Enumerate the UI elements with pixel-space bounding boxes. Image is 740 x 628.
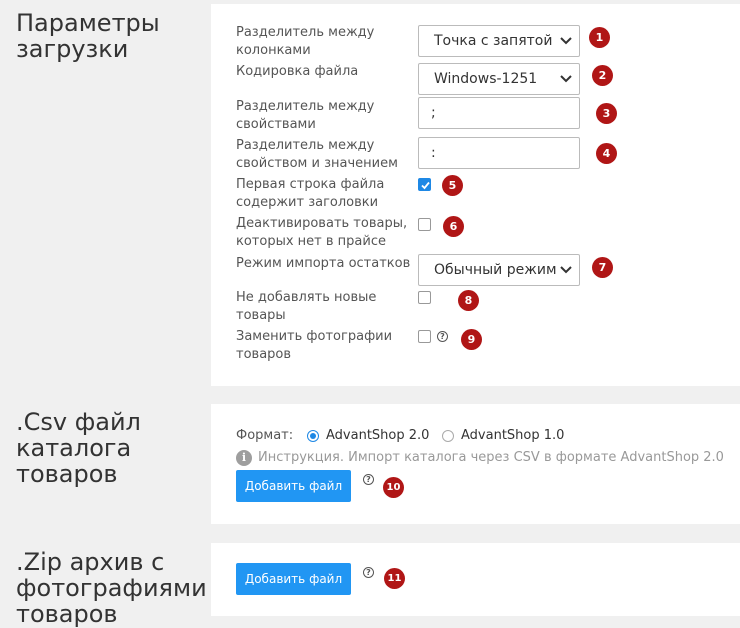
zip-section-title: .Zip архив с фотографиями товаров: [16, 549, 207, 627]
help-icon[interactable]: ?: [363, 474, 374, 485]
chevron-down-icon: [560, 37, 572, 45]
format-label: Формат:: [236, 428, 294, 443]
title-line: Параметры: [16, 9, 160, 37]
annotation-badge-5: 5: [442, 175, 463, 196]
select-value: Windows-1251: [434, 71, 538, 87]
help-icon[interactable]: ?: [437, 331, 448, 342]
no-new-products-checkbox[interactable]: [418, 291, 431, 304]
replace-photos-checkbox[interactable]: [418, 330, 431, 343]
add-zip-file-button[interactable]: Добавить файл: [236, 563, 351, 595]
stock-import-mode-select[interactable]: Обычный режим: [418, 254, 580, 286]
stock-import-mode-label: Режим импорта остатков: [236, 256, 411, 271]
annotation-badge-3: 3: [596, 103, 617, 124]
annotation-badge-4: 4: [596, 143, 617, 164]
title-line: товаров: [16, 460, 118, 488]
title-line: .Zip архив с: [16, 548, 165, 576]
deactivate-missing-checkbox[interactable]: [418, 218, 431, 231]
annotation-badge-7: 7: [592, 257, 613, 278]
format-radio-advantshop-2[interactable]: [307, 430, 319, 442]
annotation-badge-11: 11: [384, 568, 405, 589]
format-radio-label[interactable]: AdvantShop 1.0: [461, 428, 564, 444]
encoding-label: Кодировка файла: [236, 64, 359, 79]
add-csv-file-button[interactable]: Добавить файл: [236, 470, 351, 502]
encoding-select[interactable]: Windows-1251: [418, 63, 580, 95]
title-line: товаров: [16, 600, 118, 628]
first-row-headers-label: Первая строка файла содержит заголовки: [236, 177, 385, 210]
property-value-separator-label: Разделитель между свойством и значением: [236, 138, 398, 171]
select-value: Обычный режим: [434, 262, 557, 278]
help-icon[interactable]: ?: [363, 567, 374, 578]
select-value: Точка с запятой: [434, 33, 553, 49]
column-separator-label: Разделитель между колонками: [236, 25, 375, 58]
annotation-badge-9: 9: [461, 329, 482, 350]
chevron-down-icon: [560, 75, 572, 83]
annotation-badge-6: 6: [443, 216, 464, 237]
upload-params-title: Параметры загрузки: [16, 10, 160, 62]
annotation-badge-10: 10: [383, 477, 404, 498]
property-value-separator-input[interactable]: :: [418, 137, 580, 169]
checkmark-icon: [421, 181, 430, 190]
column-separator-select[interactable]: Точка с запятой: [418, 25, 580, 57]
chevron-down-icon: [560, 266, 572, 274]
replace-photos-label: Заменить фотографии товаров: [236, 329, 393, 362]
instruction-link[interactable]: Инструкция. Импорт каталога через CSV в …: [258, 450, 724, 466]
title-line: .Csv файл: [16, 408, 141, 436]
first-row-headers-checkbox[interactable]: [418, 178, 431, 191]
annotation-badge-8: 8: [458, 290, 479, 311]
title-line: каталога: [16, 434, 132, 462]
annotation-badge-2: 2: [592, 65, 613, 86]
property-separator-input[interactable]: ;: [418, 97, 580, 129]
property-separator-label: Разделитель между свойствами: [236, 99, 375, 132]
info-icon: i: [236, 450, 252, 466]
no-new-products-label: Не добавлять новые товары: [236, 290, 377, 323]
annotation-badge-1: 1: [589, 27, 610, 48]
title-line: загрузки: [16, 35, 129, 63]
deactivate-missing-label: Деактивировать товары, которых нет в пра…: [236, 216, 408, 249]
title-line: фотографиями: [16, 574, 207, 602]
csv-section-title: .Csv файл каталога товаров: [16, 409, 141, 487]
format-radio-label[interactable]: AdvantShop 2.0: [326, 428, 429, 444]
format-radio-advantshop-1[interactable]: [442, 430, 454, 442]
